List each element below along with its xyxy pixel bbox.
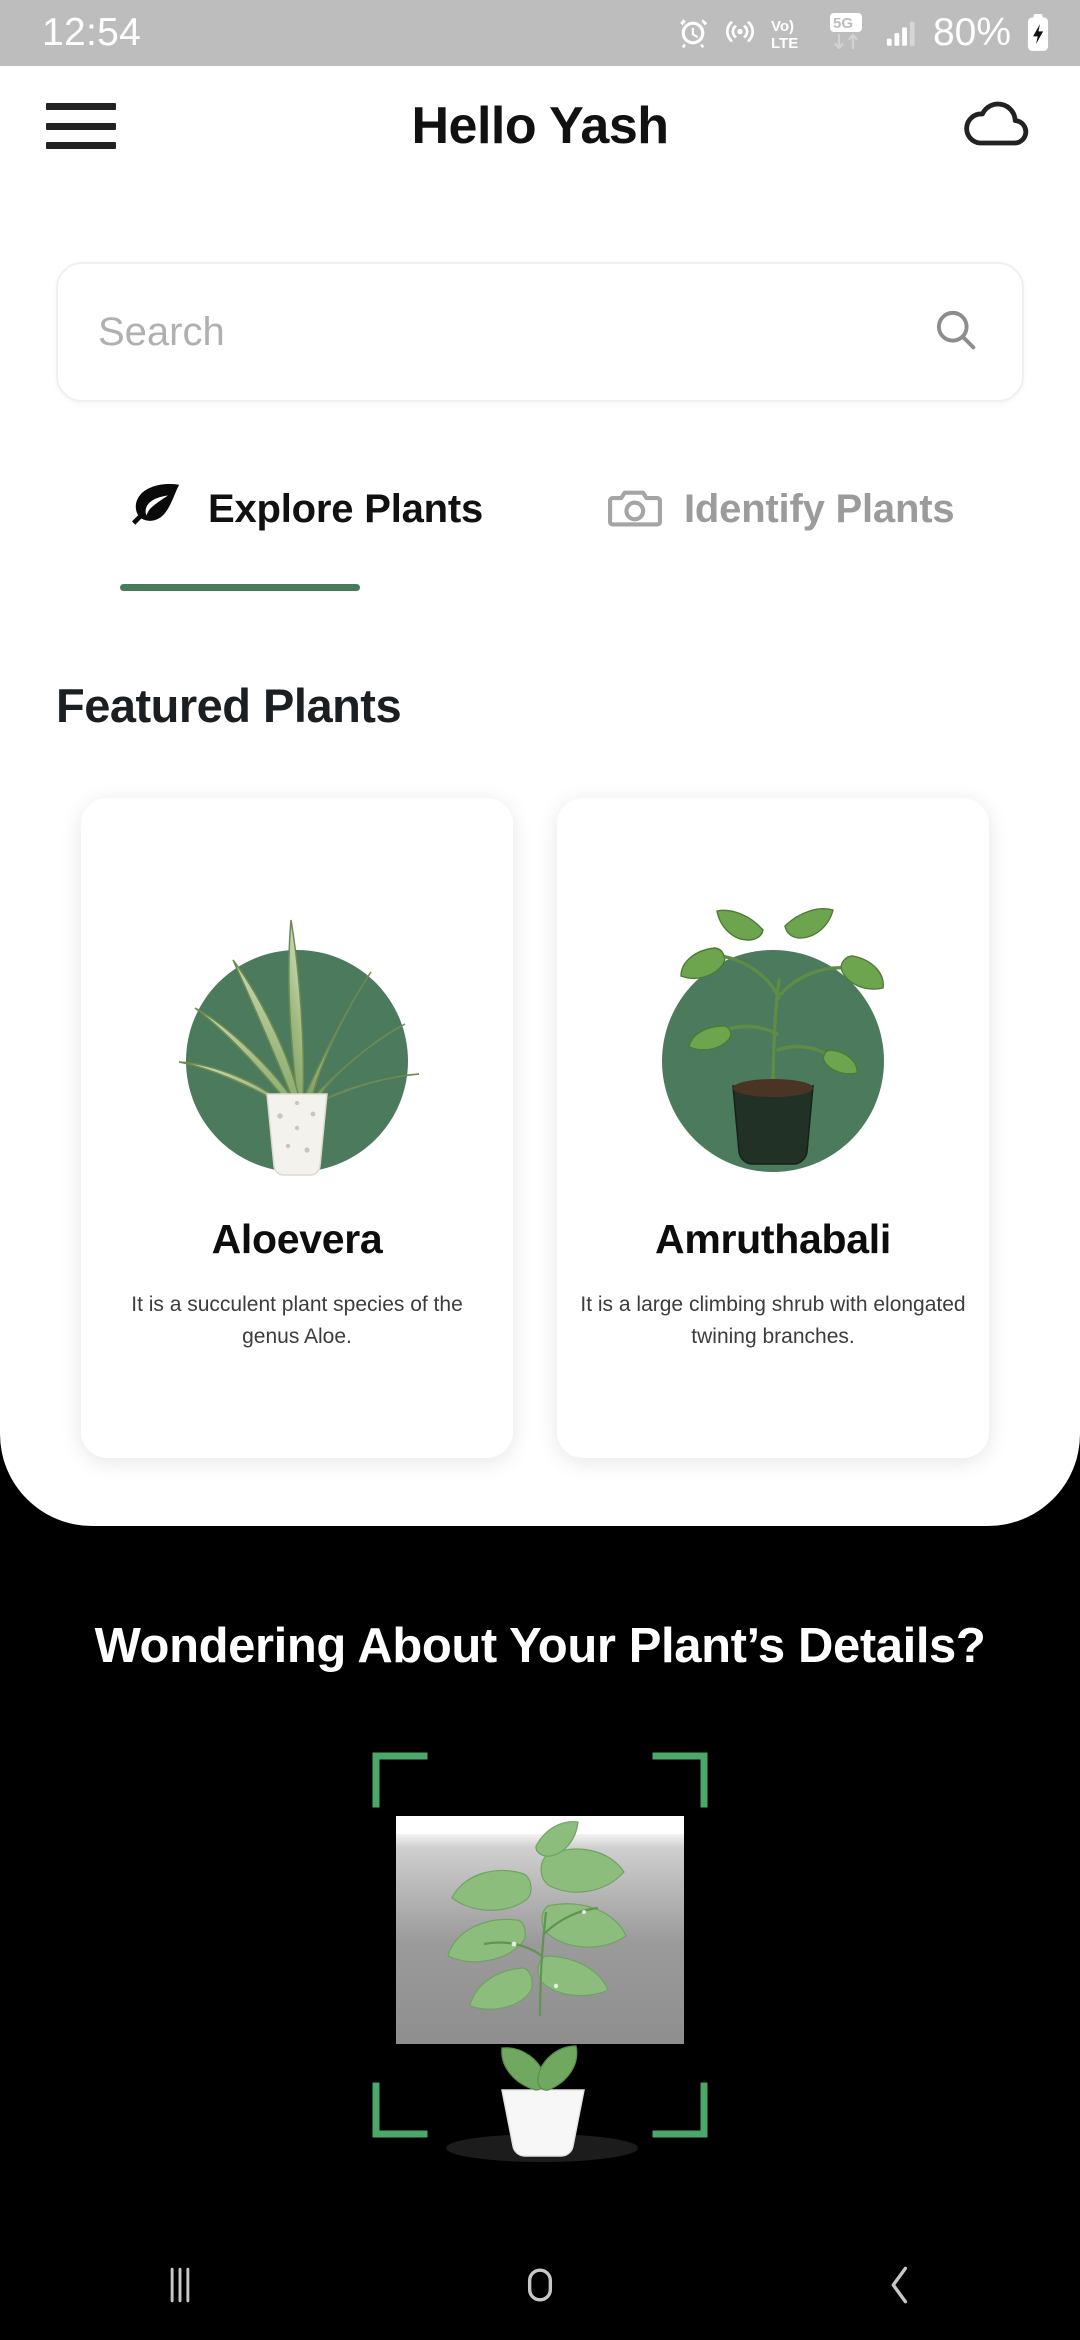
- plant-card[interactable]: Amruthabali It is a large climbing shrub…: [557, 798, 989, 1458]
- svg-text:5G: 5G: [833, 15, 853, 32]
- camera-icon: [608, 483, 662, 536]
- plant-scan-illustration[interactable]: [360, 1738, 720, 2168]
- plant-card-name: Aloevera: [211, 1216, 383, 1262]
- volte-lte-icon: Vo) LTE: [770, 14, 816, 52]
- search-bar[interactable]: [56, 262, 1024, 402]
- plant-card-description: It is a large climbing shrub with elonga…: [580, 1293, 966, 1348]
- battery-charging-icon: [1024, 14, 1052, 52]
- amruthabali-plant-image: [557, 798, 989, 1212]
- plant-pot: [732, 1085, 814, 1165]
- plant-card[interactable]: Aloevera It is a succulent plant species…: [81, 798, 513, 1458]
- svg-text:Vo): Vo): [771, 18, 794, 35]
- battery-percent-label: 80%: [932, 11, 1011, 54]
- tab-bar: Explore Plants Identify Plants: [0, 466, 1080, 596]
- aloevera-illustration: [178, 919, 420, 1176]
- hamburger-bar: [46, 103, 116, 110]
- recents-button[interactable]: [100, 2240, 260, 2330]
- svg-text:LTE: LTE: [771, 35, 798, 52]
- 5g-data-icon: 5G: [829, 13, 871, 53]
- search-input[interactable]: [98, 309, 930, 355]
- hotspot-icon: [723, 16, 757, 50]
- search-icon[interactable]: [930, 304, 982, 361]
- hamburger-menu-icon[interactable]: [46, 103, 116, 149]
- amruthabali-illustration: [680, 908, 884, 1165]
- status-bar: 12:54 Vo) LTE 5G 80%: [0, 0, 1080, 66]
- tab-explore-plants-label: Explore Plants: [208, 486, 484, 531]
- back-button[interactable]: [820, 2240, 980, 2330]
- signal-bars-icon: [884, 16, 918, 50]
- status-bar-clock: 12:54: [42, 11, 142, 54]
- featured-plants-heading: Featured Plants: [56, 679, 402, 732]
- plant-card-description: It is a succulent plant species of the g…: [131, 1293, 463, 1348]
- plant-pot: [266, 1093, 328, 1176]
- status-bar-icons: Vo) LTE 5G 80%: [676, 11, 1052, 55]
- page-title: Hello Yash: [411, 97, 669, 155]
- hamburger-bar: [46, 142, 116, 149]
- identify-promo-heading: Wondering About Your Plant’s Details?: [94, 1619, 986, 1673]
- tab-identify-plants-label: Identify Plants: [684, 486, 955, 531]
- cloud-icon[interactable]: [958, 96, 1034, 157]
- alarm-icon: [676, 16, 710, 50]
- home-button[interactable]: [460, 2240, 620, 2330]
- tab-identify-plants[interactable]: Identify Plants: [608, 466, 955, 552]
- tab-explore-plants[interactable]: Explore Plants: [128, 466, 483, 552]
- android-navigation-bar: [0, 2230, 1080, 2340]
- tab-active-indicator: [120, 584, 360, 591]
- aloevera-plant-image: [81, 798, 513, 1212]
- hamburger-bar: [46, 122, 116, 130]
- scan-plant-pot: [446, 2045, 638, 2162]
- plant-card-name: Amruthabali: [655, 1216, 891, 1262]
- leaf-icon: [128, 482, 186, 537]
- app-bar: Hello Yash: [0, 66, 1080, 186]
